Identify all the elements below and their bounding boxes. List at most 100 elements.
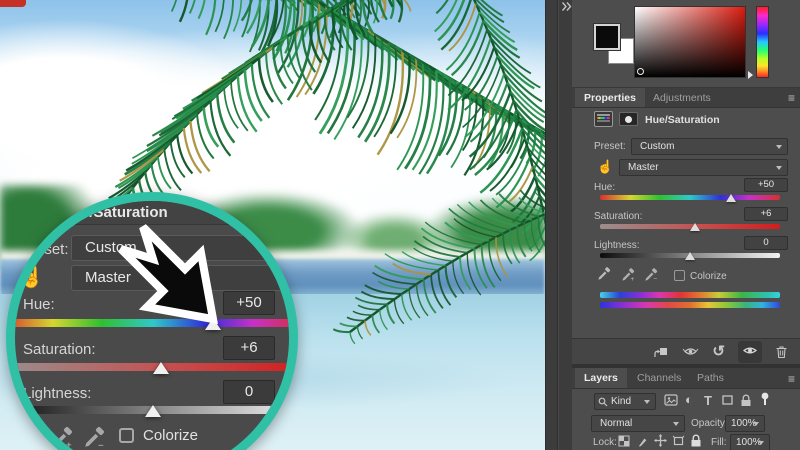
filter-smart-objects-icon[interactable] [740, 394, 752, 407]
callout-saturation-slider-thumb [153, 362, 169, 374]
callout-hue-slider-thumb [205, 318, 221, 330]
fill-label: Fill: [711, 437, 727, 448]
colorize-label: Colorize [690, 271, 727, 282]
lock-all-padlock-icon[interactable] [690, 434, 702, 447]
tab-adjustments[interactable]: Adjustments [644, 88, 720, 107]
hue-spectrum-original [600, 292, 780, 298]
chevron-down-icon [776, 145, 782, 152]
hue-label: Hue: [594, 182, 616, 193]
chevron-down-icon [644, 400, 650, 407]
hue-value-input[interactable]: +50 [744, 178, 788, 192]
callout-eyedropper-minus-icon: − [85, 426, 104, 449]
filter-adjustment-layers-icon[interactable]: ◐ [685, 393, 693, 406]
preset-label: Preset: [594, 141, 626, 152]
lock-paint-brush-icon[interactable] [636, 435, 648, 447]
filter-toggle-pin-icon[interactable] [759, 392, 771, 407]
hue-slider[interactable] [600, 195, 780, 200]
callout-saturation-slider [15, 363, 289, 371]
filter-type-layers-icon[interactable]: T [704, 394, 712, 407]
hue-slider-thumb[interactable] [726, 194, 736, 202]
adjustment-title: Hue/Saturation [645, 114, 720, 126]
fill-dropdown[interactable]: 100% [730, 434, 770, 450]
color-picker-panel [572, 0, 800, 88]
saturation-label: Saturation: [594, 211, 643, 222]
svg-text:−: − [653, 276, 657, 282]
targeted-adjustment-icon[interactable]: ☝ [597, 159, 613, 175]
reset-adjustment-icon[interactable]: ↺ [712, 344, 725, 359]
previous-state-eye-icon[interactable] [682, 345, 699, 358]
tab-channels[interactable]: Channels [628, 368, 690, 388]
lock-artboard-icon[interactable] [672, 435, 685, 447]
chevron-down-icon [673, 422, 679, 429]
lightness-value-input[interactable]: 0 [744, 236, 788, 250]
clip-to-layer-icon[interactable] [653, 345, 669, 359]
callout-lightness-value: 0 [223, 380, 275, 404]
callout-lightness-slider-thumb [145, 405, 161, 417]
properties-toolbar: ↺ [572, 338, 800, 364]
color-field-cursor[interactable] [637, 68, 644, 75]
layer-filter-kind-dropdown[interactable]: Kind [594, 393, 656, 410]
callout-title-bar: Hue/Saturation [15, 201, 289, 225]
hue-spectrum-shifted [600, 302, 780, 308]
huesat-thumbnail-icon [594, 111, 613, 127]
callout-preset-label: Preset: [21, 241, 69, 258]
callout-channel-dropdown: Master [71, 265, 289, 291]
collapse-panels-icon[interactable] [561, 1, 572, 13]
saturation-value-input[interactable]: +6 [744, 207, 788, 221]
delete-adjustment-trash-icon[interactable] [775, 345, 788, 359]
lock-label: Lock: [593, 437, 617, 448]
lock-transparency-icon[interactable] [618, 435, 630, 447]
layers-tabbar: Layers Channels Paths ≡ [572, 368, 800, 389]
callout-eyedropper-plus-icon: + [53, 426, 72, 449]
callout-hue-value: +50 [223, 291, 275, 315]
dock-divider [558, 0, 559, 450]
callout-hue-slider [15, 319, 289, 327]
eyedropper-minus-icon[interactable]: − [644, 267, 659, 282]
callout-title: Hue/Saturation [61, 204, 168, 221]
opacity-dropdown[interactable]: 100% [725, 415, 765, 432]
channel-dropdown[interactable]: Master [619, 159, 788, 176]
eyedropper-plus-icon[interactable]: + [621, 267, 636, 282]
panel-menu-icon[interactable]: ≡ [788, 91, 795, 105]
red-corner-element [0, 0, 26, 7]
callout-saturation-label: Saturation: [23, 341, 96, 358]
blend-mode-dropdown[interactable]: Normal [591, 415, 685, 432]
panel-dock-strip [545, 0, 572, 450]
eye-icon [742, 347, 758, 353]
callout-preset-dropdown: Custom [71, 235, 289, 261]
filter-shape-layers-icon[interactable] [721, 394, 734, 406]
chevron-down-icon [758, 441, 764, 448]
svg-text:−: − [98, 440, 104, 449]
callout-saturation-value: +6 [223, 336, 275, 360]
preset-dropdown[interactable]: Custom [631, 138, 788, 155]
filter-pixel-layers-icon[interactable] [664, 394, 678, 406]
opacity-label: Opacity: [691, 418, 728, 429]
saturation-slider-thumb[interactable] [690, 223, 700, 231]
hue-strip[interactable] [756, 6, 769, 78]
properties-tabbar: Properties Adjustments ≡ [572, 88, 800, 108]
eyedropper-icon[interactable] [597, 266, 612, 281]
lightness-slider-thumb[interactable] [685, 252, 695, 260]
callout-hue-label: Hue: [23, 296, 55, 313]
callout-eyedropper-icon [21, 424, 40, 445]
tab-properties[interactable]: Properties [575, 88, 645, 107]
colorize-checkbox[interactable] [674, 270, 685, 281]
tab-paths[interactable]: Paths [688, 368, 733, 388]
svg-text:+: + [66, 440, 72, 449]
chevron-down-icon [776, 166, 782, 173]
layer-mask-icon[interactable] [619, 112, 638, 126]
callout-colorize-checkbox [119, 428, 134, 443]
foreground-color-swatch[interactable] [594, 24, 620, 50]
photoshop-window: Properties Adjustments ≡ Hue/Saturation … [0, 0, 800, 450]
visibility-toggle-button[interactable] [738, 340, 762, 363]
callout-lightness-label: Lightness: [23, 385, 92, 402]
callout-colorize-label: Colorize [143, 427, 199, 444]
panel-group: Properties Adjustments ≡ Hue/Saturation … [572, 0, 800, 450]
layers-menu-icon[interactable]: ≡ [788, 372, 795, 386]
callout-targeted-adjustment-icon: ☝ [19, 267, 44, 289]
lightness-label: Lightness: [594, 240, 640, 251]
lock-position-move-icon[interactable] [654, 434, 667, 447]
svg-text:+: + [630, 276, 634, 282]
saturation-brightness-field[interactable] [634, 6, 746, 78]
tab-layers[interactable]: Layers [575, 368, 627, 388]
